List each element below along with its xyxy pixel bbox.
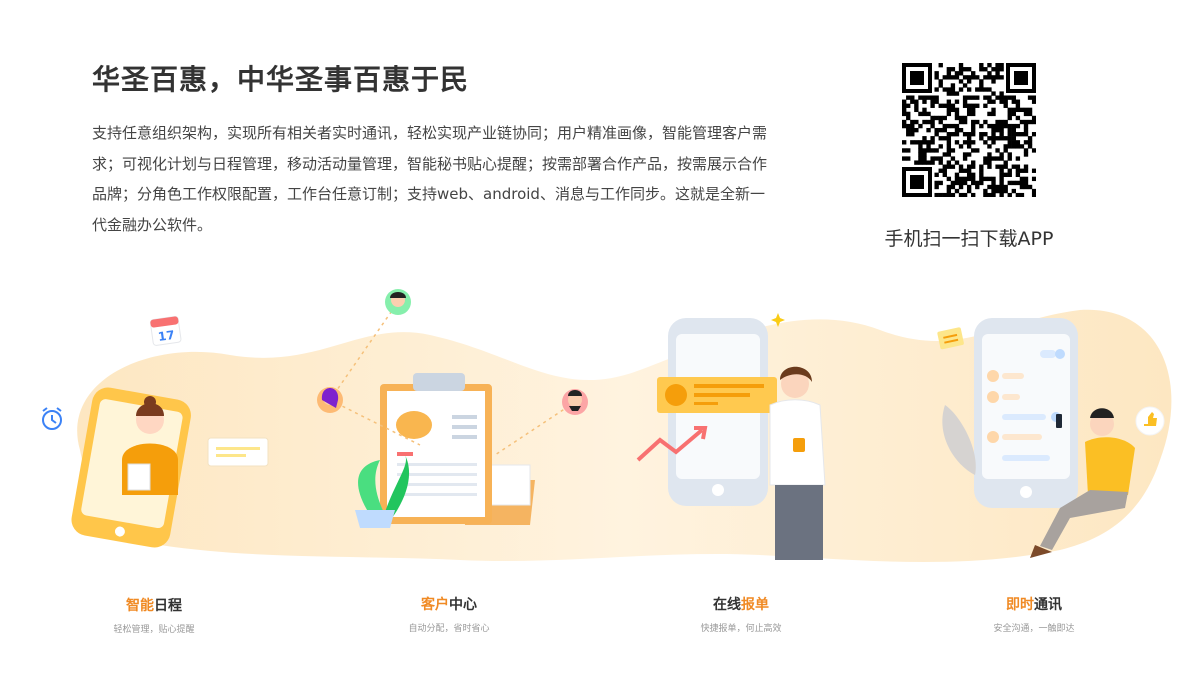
avatar-top <box>385 289 411 315</box>
calendar-day: 17 <box>157 328 175 344</box>
avatar-left <box>317 387 343 413</box>
thumbs-up-icon <box>1135 406 1165 436</box>
product-description: 支持任意组织架构，实现所有相关者实时通讯，轻松实现产业链协同；用户精准画像，智能… <box>92 124 768 234</box>
feature-title: 智能日程 <box>126 598 182 614</box>
feature-instant-messaging: 即时通讯 安全沟通，一触即达 <box>934 594 1134 634</box>
feature-subtitle: 轻松管理，贴心提醒 <box>113 625 195 635</box>
feature-title: 在线报单 <box>713 597 769 613</box>
feature-subtitle: 自动分配，省时省心 <box>408 624 490 634</box>
feature-title: 即时通讯 <box>1006 597 1062 613</box>
alarm-clock-icon <box>42 407 62 430</box>
feature-smart-schedule: 智能日程 轻松管理，贴心提醒 <box>54 595 254 635</box>
download-qr-code[interactable] <box>902 63 1036 197</box>
order-card <box>657 377 777 413</box>
page-title: 华圣百惠，中华圣事百惠于民 <box>92 63 470 96</box>
qr-finder-top-left <box>902 63 932 93</box>
qr-download-caption: 手机扫一扫下载APP <box>884 228 1054 250</box>
feature-online-order: 在线报单 快捷报单，何止高效 <box>641 594 841 634</box>
speech-card <box>207 437 269 467</box>
feature-illustration: 17 <box>42 289 1172 562</box>
avatar-right <box>562 389 588 415</box>
feature-title: 客户中心 <box>421 597 477 613</box>
chat-phone <box>974 318 1078 508</box>
feature-subtitle: 安全沟通，一触即达 <box>993 624 1075 634</box>
feature-subtitle: 快捷报单，何止高效 <box>700 624 782 634</box>
qr-finder-top-right <box>1006 63 1036 93</box>
qr-finder-bottom-left <box>902 167 932 197</box>
calendar-icon: 17 <box>149 315 182 346</box>
feature-customer-center: 客户中心 自动分配，省时省心 <box>349 594 549 634</box>
